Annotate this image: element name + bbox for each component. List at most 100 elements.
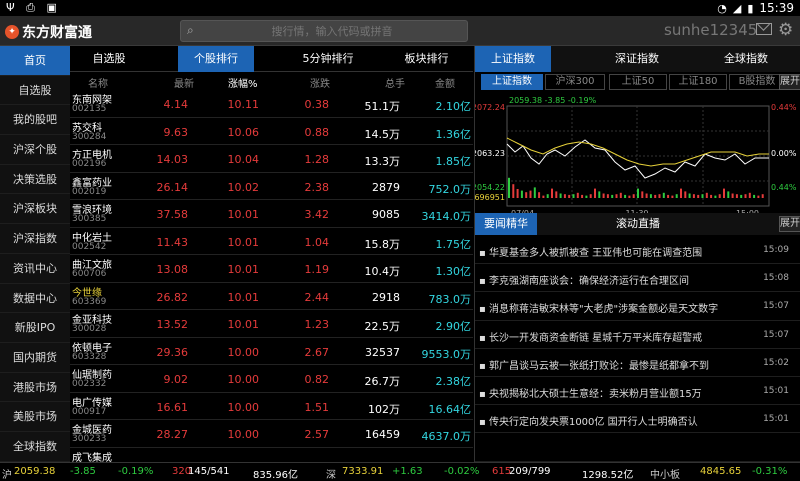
news-tab[interactable]: 要闻精华 <box>475 213 537 235</box>
chart-header: 2059.38 -3.85 -0.19% <box>509 96 597 105</box>
index-subtab[interactable]: 上证50 <box>609 74 667 90</box>
volume-bar <box>516 189 519 198</box>
index-tab[interactable]: 全球指数 <box>691 46 800 72</box>
tab-3[interactable]: 板块排行 <box>380 46 473 72</box>
sidebar-item[interactable]: 国内期货 <box>0 343 70 373</box>
news-list: ▪ 华夏基金多人被抓被查 王亚伟也可能在调查范围 15:09 ▪ 李克强湖南座谈会：… <box>475 236 800 462</box>
sidebar-item[interactable]: 决策选股 <box>0 165 70 195</box>
column-header[interactable]: 总手 <box>385 75 405 90</box>
table-row[interactable]: 依顿电子 603328 29.36 10.00 2.67 32537 9553.0万 <box>70 338 473 365</box>
index-subtab[interactable]: 沪深300 <box>545 74 605 90</box>
stock-code: 603328 <box>72 351 107 362</box>
index-subtab[interactable]: 上证180 <box>669 74 727 90</box>
clock: 15:39 <box>759 1 794 15</box>
cell-chg: 1.19 <box>304 263 330 276</box>
index-subtab[interactable]: 上证指数 <box>481 74 543 90</box>
news-title: ▪ 消息称蒋洁敏宋林等"大老虎"涉案金额必是天文数字 <box>479 304 719 316</box>
sidebar-item[interactable]: 沪深板块 <box>0 194 70 225</box>
stock-code: 000917 <box>72 406 107 417</box>
search-input[interactable] <box>203 23 461 39</box>
column-header[interactable]: 名称 <box>88 75 108 90</box>
pct-top: 0.44% <box>771 103 797 112</box>
sidebar-item[interactable]: 沪深个股 <box>0 135 70 165</box>
cell-vol: 10.4万 <box>364 265 401 278</box>
table-row[interactable]: 方正电机 002196 14.03 10.04 1.28 13.3万 1.85亿 <box>70 145 473 173</box>
table-header: 名称 最新 涨幅% 涨跌 总手 金额 <box>70 72 473 90</box>
search-box[interactable]: ⌕ <box>180 20 468 42</box>
news-item[interactable]: ▪ 长沙一开发商资金断链 星城千万平米库存超警戒 15:07 <box>475 321 800 349</box>
table-row[interactable]: 仙琚制药 002332 9.02 10.00 0.82 26.7万 2.38亿 <box>70 365 473 393</box>
sidebar-item[interactable]: 数据中心 <box>0 284 70 314</box>
expand-button[interactable]: 展开 <box>779 216 800 232</box>
volume-bar <box>718 194 721 198</box>
volume-bar <box>667 194 670 198</box>
table-row[interactable]: 苏交科 300284 9.63 10.06 0.88 14.5万 1.36亿 <box>70 118 473 145</box>
tab-2[interactable]: 5分钟排行 <box>278 46 378 72</box>
tab-1[interactable]: 个股排行 <box>178 46 254 72</box>
cell-pct: 10.11 <box>227 98 260 111</box>
index-subtab[interactable]: B股指数 <box>729 74 785 90</box>
news-item[interactable]: ▪ 李克强湖南座谈会：确保经济运行在合理区间 15:08 <box>475 264 800 293</box>
avg-line <box>506 137 769 167</box>
news-item[interactable]: ▪ 传央行定向发央票1000亿 国开行人士明确否认 15:01 <box>475 405 800 434</box>
cell-chg: 1.51 <box>304 400 330 414</box>
ticker-zx-label: 中小板 <box>650 470 680 481</box>
stock-code: 002135 <box>72 104 107 114</box>
index-tab[interactable]: 上证指数 <box>475 46 551 72</box>
ticker-sh-dn: 145/541 <box>188 466 230 477</box>
news-item[interactable] <box>475 433 800 462</box>
table-row[interactable]: 雪浪环境 300385 37.58 10.01 3.42 9085 3414.0万 <box>70 200 473 228</box>
table-row[interactable]: 金城医药 300233 28.27 10.00 2.57 16459 4637.0万 <box>70 420 473 448</box>
column-header[interactable]: 涨跌 <box>310 75 330 90</box>
expand-button[interactable]: 展开 <box>779 74 800 90</box>
news-tab[interactable]: 滚动直播 <box>583 213 693 235</box>
volume-bar <box>611 194 614 198</box>
sidebar: 首页 自选股 我的股吧 沪深个股 决策选股 沪深板块 沪深指数 资讯中心 数据中心 新股IPO 国内… <box>0 46 70 462</box>
sidebar-item[interactable]: 资讯中心 <box>0 254 70 284</box>
chart-svg: 2072.24 2063.23 2054.221696951 2059.38 -3.8… <box>469 96 797 218</box>
gear-icon[interactable]: ⚙ <box>778 20 793 40</box>
tab-0[interactable]: 自选股 <box>70 46 148 72</box>
volume-bar <box>624 194 627 198</box>
table-row[interactable]: 今世缘 603369 26.82 10.01 2.44 2918 783.0万 <box>70 283 473 310</box>
table-row[interactable]: 金亚科技 300028 13.52 10.01 1.23 22.5万 2.90亿 <box>70 310 473 338</box>
cell-vol: 102万 <box>368 402 400 416</box>
column-header[interactable]: 金额 <box>435 75 455 90</box>
sidebar-item[interactable]: 沪深指数 <box>0 224 70 254</box>
table-row[interactable]: 东南网架 002135 4.14 10.11 0.38 51.1万 2.10亿 <box>70 90 473 118</box>
table-row[interactable]: 中化岩土 002542 11.43 10.01 1.04 15.8万 1.75亿 <box>70 228 473 255</box>
sidebar-item[interactable]: 首页 <box>0 46 70 76</box>
index-tab[interactable]: 深证指数 <box>583 46 691 72</box>
app-logo[interactable]: ✦ 东方财富通 <box>5 22 92 42</box>
sidebar-item[interactable]: 自选股 <box>0 76 70 106</box>
cell-pct: 10.06 <box>227 125 260 139</box>
volume-bar <box>744 194 747 198</box>
ticker-zx-pct: -0.31% <box>752 466 788 477</box>
sidebar-item[interactable]: 全球指数 <box>0 432 70 462</box>
news-item[interactable]: ▪ 华夏基金多人被抓被查 王亚伟也可能在调查范围 15:09 <box>475 236 800 265</box>
news-item[interactable]: ▪ 消息称蒋洁敏宋林等"大老虎"涉案金额必是天文数字 15:07 <box>475 292 800 321</box>
news-item[interactable]: ▪ 郭广昌谈马云被一张纸打败论：最惨是纸都拿不到 15:02 <box>475 349 800 377</box>
volume-bar <box>512 184 515 198</box>
sidebar-item[interactable]: 美股市场 <box>0 402 70 432</box>
table-row[interactable]: 曲江文旅 600706 13.08 10.01 1.19 10.4万 1.30亿 <box>70 255 473 283</box>
cell-vol: 16459 <box>365 428 400 441</box>
cell-price: 16.61 <box>156 400 189 414</box>
sidebar-item[interactable]: 我的股吧 <box>0 105 70 136</box>
volume-bar <box>658 194 661 198</box>
stock-code: 002196 <box>72 159 107 169</box>
cell-amt: 752.0万 <box>428 182 472 196</box>
sidebar-item[interactable]: 新股IPO <box>0 313 70 343</box>
column-header[interactable]: 最新 <box>174 75 194 90</box>
table-row[interactable]: 电广传媒 000917 16.61 10.00 1.51 102万 16.64亿 <box>70 393 473 420</box>
table-row[interactable]: 成飞集成 <box>70 448 473 463</box>
volume-bar <box>710 194 713 198</box>
sidebar-item[interactable]: 港股市场 <box>0 373 70 403</box>
table-row[interactable]: 鑫富药业 002019 26.14 10.02 2.38 2879 752.0万 <box>70 173 473 200</box>
column-header[interactable]: 涨幅% <box>228 75 258 90</box>
volume-bar <box>692 194 695 198</box>
mail-icon[interactable] <box>756 23 772 35</box>
cell-chg: 0.88 <box>304 125 330 139</box>
news-item[interactable]: ▪ 央视揭秘北大硕士生意经：卖米粉月营业额15万 15:01 <box>475 377 800 406</box>
username[interactable]: sunhe12345 <box>664 21 757 39</box>
